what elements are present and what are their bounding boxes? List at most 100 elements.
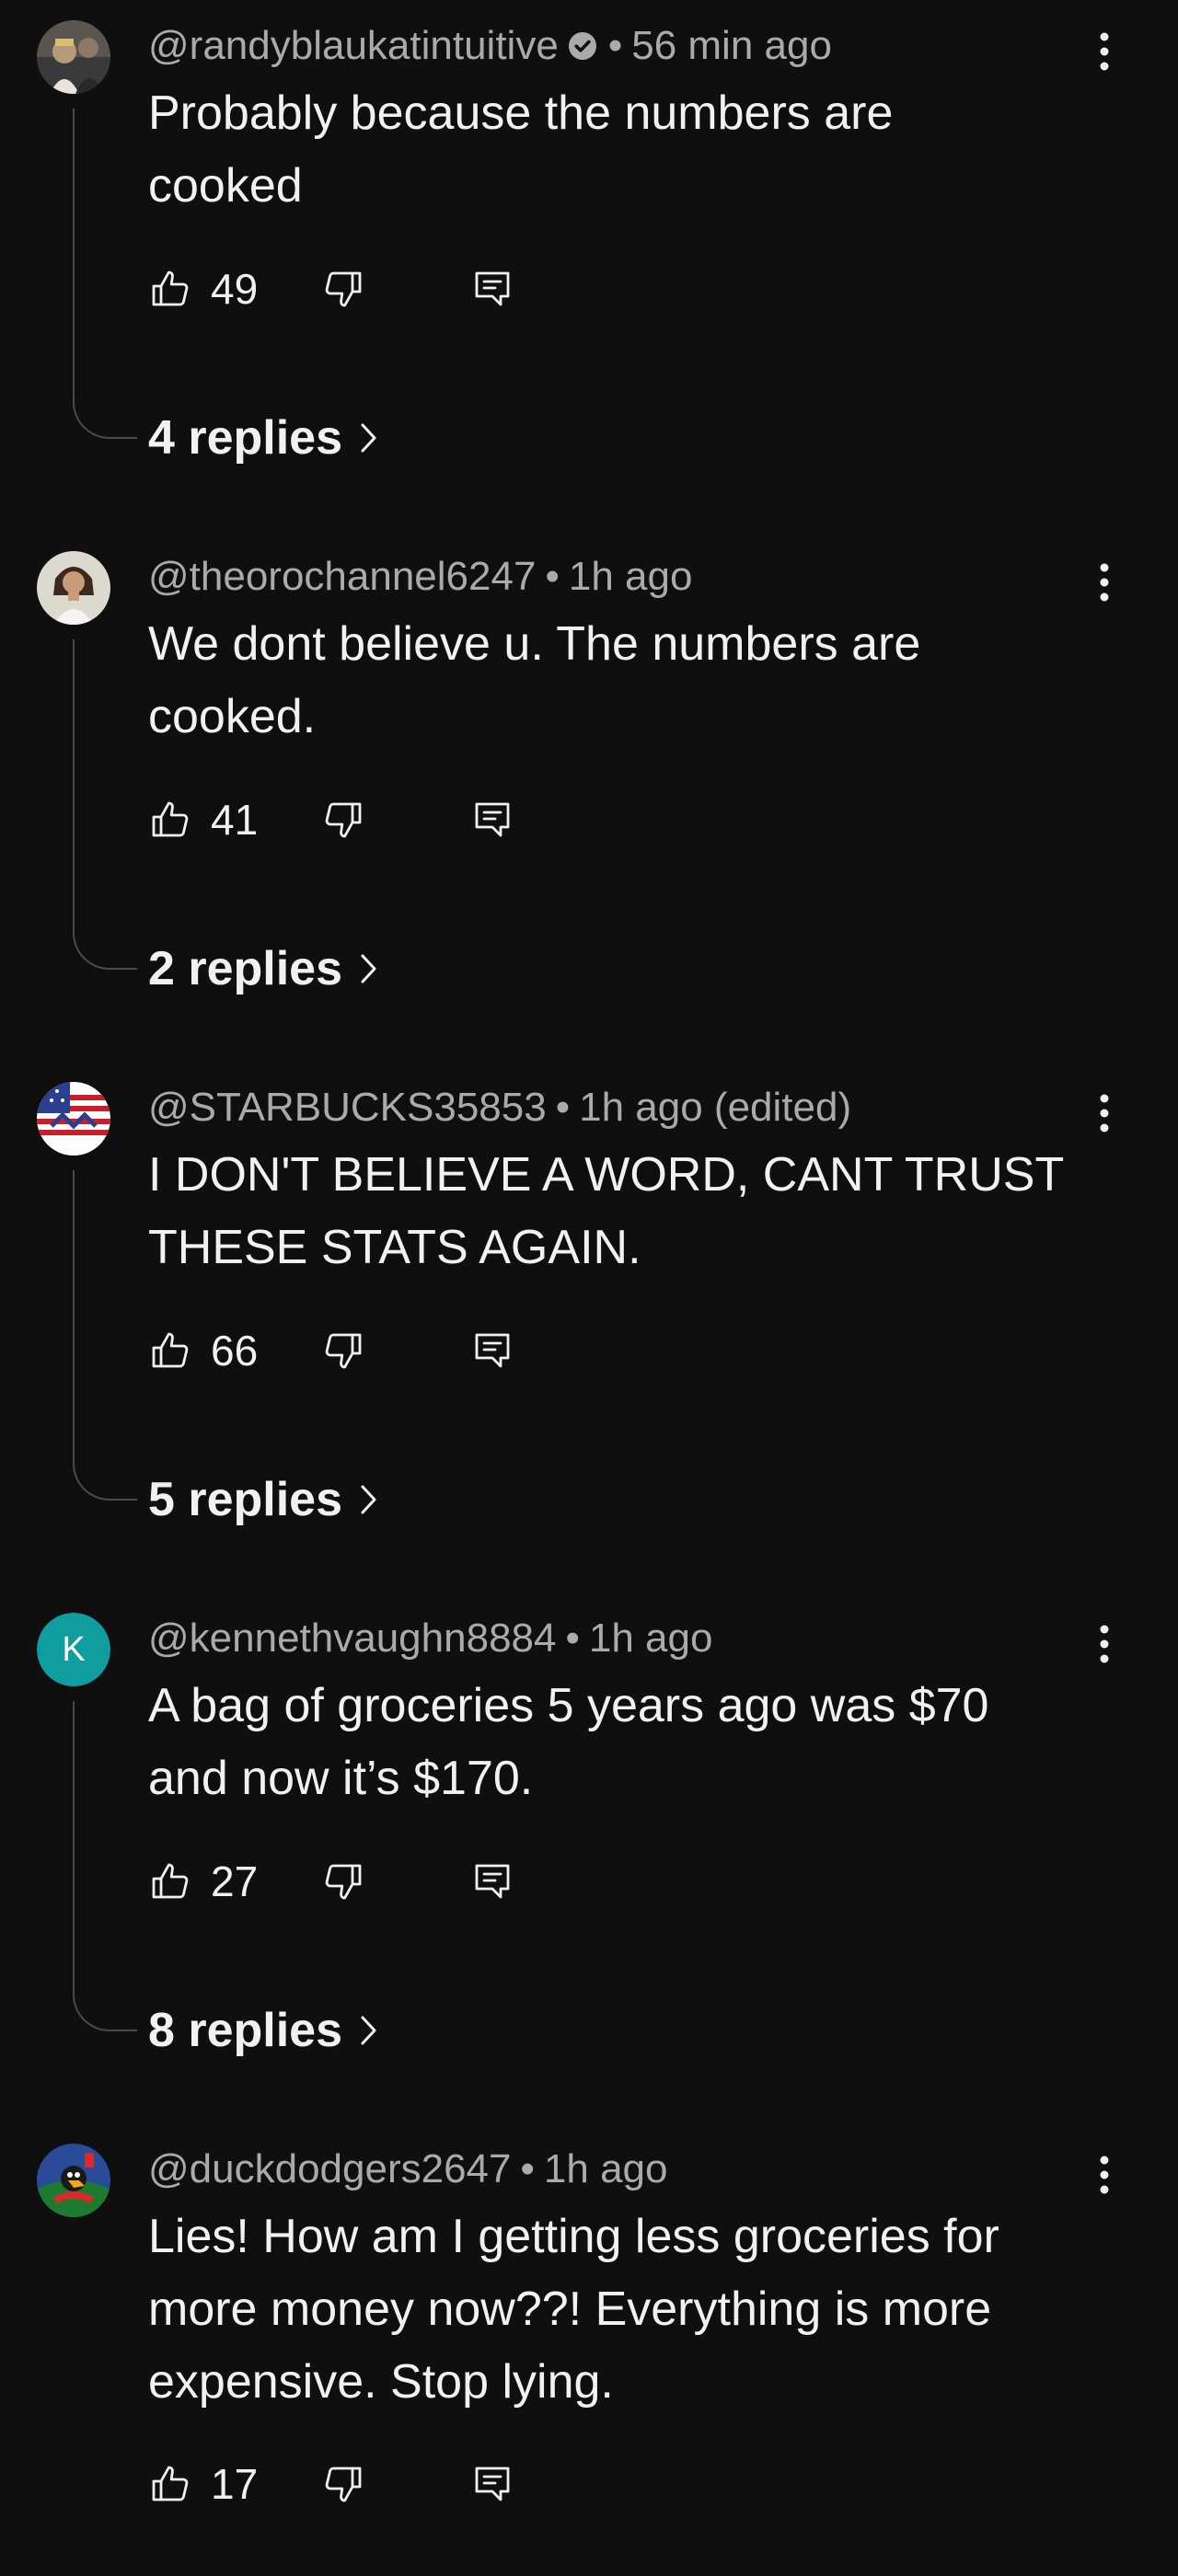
author-handle[interactable]: @STARBUCKS35853 (148, 1087, 547, 1128)
more-options-button[interactable] (1086, 29, 1123, 74)
author-handle[interactable]: @kennethvaughn8884 (148, 1618, 556, 1659)
reply-button[interactable] (470, 2462, 514, 2506)
thread-line (73, 1701, 137, 2031)
comment-text: Lies! How am I getting less groceries fo… (148, 2210, 999, 2409)
comment-meta: @kennethvaughn8884 • 1h ago (148, 1618, 712, 1659)
meta-separator: • (607, 23, 623, 68)
thumbs-up-icon (152, 1863, 189, 1899)
like-button[interactable]: 49 (148, 264, 275, 314)
comment-time: 1h ago (edited) (579, 1085, 852, 1130)
comment-thread: @theorochannel6247 • 1h ago We dont beli… (0, 531, 1178, 1063)
more-vertical-icon (1100, 563, 1109, 602)
comment-time: 56 min ago (631, 23, 832, 68)
chevron-right-icon (359, 952, 379, 985)
thumbs-down-icon (325, 802, 362, 838)
comment-text: I DON'T BELIEVE A WORD, CANT TRUST THESE… (148, 1148, 1064, 1274)
thumbs-down-icon (325, 1864, 362, 1900)
comment-text: Probably because the numbers are cooked (148, 86, 894, 213)
author-handle[interactable]: @randyblaukatintuitive (148, 26, 559, 66)
reply-comment-icon (475, 1333, 510, 1368)
reply-button[interactable] (470, 1328, 514, 1373)
comment-text: A bag of groceries 5 years ago was $70 a… (148, 1679, 989, 1805)
reply-button[interactable] (470, 1859, 514, 1903)
more-vertical-icon (1100, 1094, 1109, 1133)
comment-meta: @theorochannel6247 • 1h ago (148, 557, 692, 597)
comment-text: We dont believe u. The numbers are cooke… (148, 617, 921, 743)
thread-line (73, 1170, 137, 1501)
replies-label: 2 replies (148, 942, 343, 995)
comment-actions: 41 (148, 792, 514, 847)
replies-label: 8 replies (148, 2004, 343, 2057)
avatar[interactable] (37, 551, 110, 625)
thread-line (73, 639, 137, 970)
more-vertical-icon (1100, 32, 1109, 71)
like-button[interactable]: 66 (148, 1326, 275, 1375)
like-count: 66 (211, 1327, 259, 1374)
comment-thread: K @kennethvaughn8884 • 1h ago A bag of g… (0, 1593, 1178, 2124)
comment-time: 1h ago (588, 1616, 713, 1661)
comment-actions: 49 (148, 261, 514, 316)
dislike-button[interactable] (321, 1328, 365, 1373)
reply-button[interactable] (470, 798, 514, 842)
more-options-button[interactable] (1086, 560, 1123, 604)
comment-meta: @STARBUCKS35853 • 1h ago (edited) (148, 1087, 851, 1128)
comment-thread: @STARBUCKS35853 • 1h ago (edited) I DON'… (0, 1062, 1178, 1593)
like-button[interactable]: 17 (148, 2459, 275, 2509)
comment-meta: @randyblaukatintuitive • 56 min ago (148, 26, 832, 66)
comment-time: 1h ago (568, 554, 693, 599)
reply-comment-icon (475, 2467, 510, 2501)
meta-separator: • (565, 1616, 580, 1661)
thread-line (73, 109, 137, 439)
view-replies-link[interactable]: 5 replies (148, 1472, 379, 1527)
like-count: 49 (211, 265, 259, 313)
view-replies-link[interactable]: 4 replies (148, 410, 379, 466)
author-handle[interactable]: @duckdodgers2647 (148, 2149, 512, 2190)
comment-meta: @duckdodgers2647 • 1h ago (148, 2149, 667, 2190)
like-count: 41 (211, 796, 259, 844)
chevron-right-icon (359, 421, 379, 454)
thumbs-down-icon (325, 2467, 362, 2502)
thumbs-up-icon (152, 270, 189, 306)
like-button[interactable]: 27 (148, 1857, 275, 1906)
more-options-button[interactable] (1086, 1622, 1123, 1666)
dislike-button[interactable] (321, 1859, 365, 1903)
replies-label: 4 replies (148, 411, 343, 465)
reply-comment-icon (475, 802, 510, 837)
dislike-button[interactable] (321, 267, 365, 311)
avatar[interactable]: K (37, 1613, 110, 1686)
comment-thread: @duckdodgers2647 • 1h ago Lies! How am I… (0, 2123, 1178, 2576)
replies-label: 5 replies (148, 1473, 343, 1526)
meta-separator: • (520, 2146, 535, 2191)
meta-separator: • (545, 554, 560, 599)
like-button[interactable]: 41 (148, 795, 275, 845)
dislike-button[interactable] (321, 798, 365, 842)
thumbs-up-icon (152, 801, 189, 837)
comment-actions: 66 (148, 1323, 514, 1378)
like-count: 17 (211, 2460, 259, 2508)
reply-comment-icon (475, 271, 510, 306)
more-options-button[interactable] (1086, 2153, 1123, 2197)
meta-separator: • (555, 1085, 571, 1130)
more-options-button[interactable] (1086, 1091, 1123, 1135)
thumbs-down-icon (325, 1333, 362, 1369)
avatar[interactable] (37, 20, 110, 94)
avatar[interactable] (37, 1082, 110, 1156)
chevron-right-icon (359, 2014, 379, 2047)
more-vertical-icon (1100, 1625, 1109, 1663)
reply-button[interactable] (470, 267, 514, 311)
avatar[interactable] (37, 2144, 110, 2217)
view-replies-link[interactable]: 2 replies (148, 941, 379, 996)
comment-time: 1h ago (543, 2146, 668, 2191)
comment-thread: @randyblaukatintuitive • 56 min ago Prob… (0, 0, 1178, 532)
chevron-right-icon (359, 1483, 379, 1516)
avatar-letter: K (37, 1613, 110, 1686)
reply-comment-icon (475, 1864, 510, 1899)
like-count: 27 (211, 1857, 259, 1905)
verified-check-icon (566, 29, 599, 63)
dislike-button[interactable] (321, 2462, 365, 2506)
author-handle[interactable]: @theorochannel6247 (148, 557, 536, 597)
view-replies-link[interactable]: 8 replies (148, 2003, 379, 2058)
comment-actions: 17 (148, 2456, 514, 2512)
thumbs-up-icon (152, 2466, 189, 2501)
thumbs-up-icon (152, 1332, 189, 1368)
